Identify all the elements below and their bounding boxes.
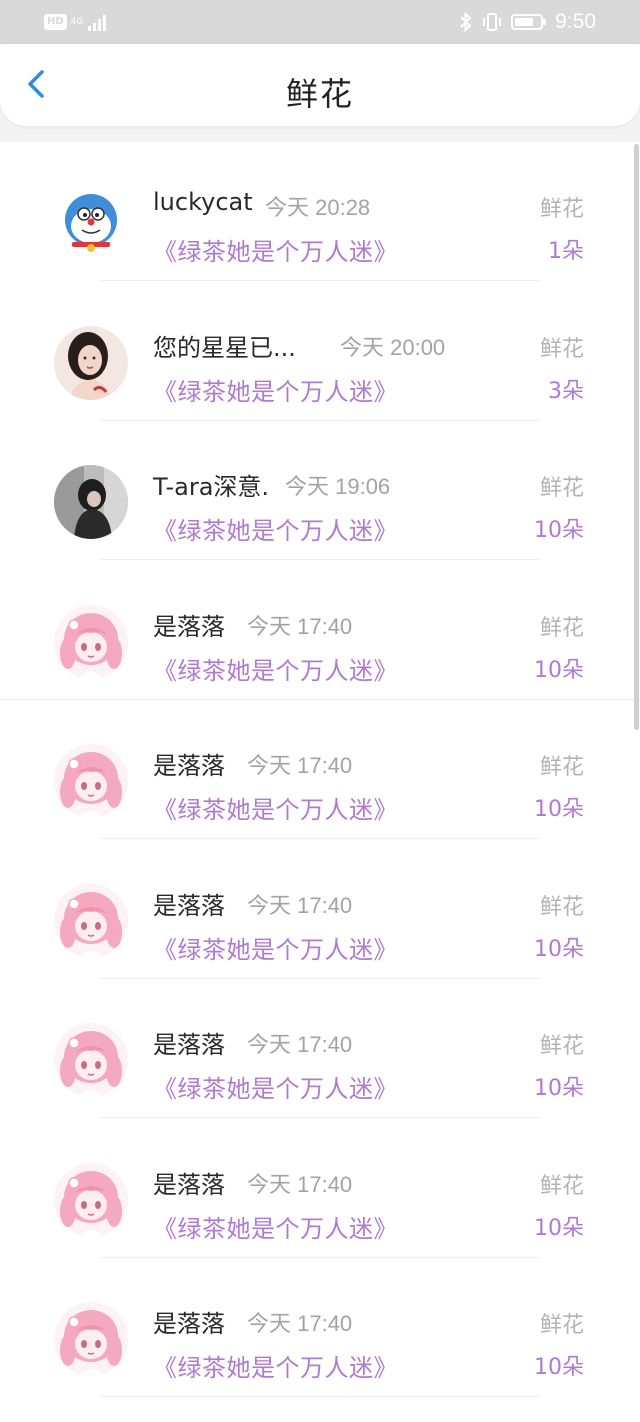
avatar[interactable]: [54, 1162, 128, 1237]
list-item[interactable]: 您的星星已... 今天 20:00 《绿茶她是个万人迷》 鲜花 3朵: [0, 282, 640, 421]
timestamp: 今天 17:40: [247, 1171, 353, 1197]
timestamp: 今天 17:40: [247, 1311, 353, 1336]
scrollbar[interactable]: [634, 144, 639, 730]
page-title: 鲜花: [285, 75, 354, 113]
book-title-link[interactable]: 《绿茶她是个万人迷》: [153, 1348, 398, 1383]
nav-header: 鲜花: [0, 44, 640, 126]
gift-count: 10朵: [534, 657, 584, 683]
vibrate-icon: [483, 13, 502, 31]
avatar[interactable]: [54, 465, 128, 539]
list-item[interactable]: T-ara深意. 今天 19:06 《绿茶她是个万人迷》 鲜花 10朵: [0, 421, 640, 560]
divider: [100, 1396, 540, 1397]
gift-count: 10朵: [534, 1355, 584, 1380]
sender-name: 是落落: [153, 612, 225, 641]
book-title-link[interactable]: 《绿茶她是个万人迷》: [153, 372, 398, 407]
status-right: 9:50: [459, 8, 596, 36]
list-item[interactable]: 是落落 今天 17:40 《绿茶她是个万人迷》 鲜花 10朵: [0, 1119, 640, 1258]
gift-type: 鲜花: [539, 336, 584, 362]
list-item[interactable]: luckycat 今天 20:28 《绿茶她是个万人迷》 鲜花 1朵: [0, 142, 640, 281]
battery-icon: [511, 14, 547, 30]
list-item[interactable]: 是落落 今天 17:40 《绿茶她是个万人迷》 鲜花 10朵: [0, 561, 640, 700]
timestamp: 今天 17:40: [247, 1032, 353, 1057]
sender-name: 您的星星已...: [153, 333, 296, 362]
timestamp: 今天 17:40: [247, 753, 353, 778]
gift-type: 鲜花: [539, 1034, 584, 1059]
sender-name: 是落落: [153, 891, 225, 920]
gift-type: 鲜花: [539, 755, 584, 780]
book-title-link[interactable]: 《绿茶她是个万人迷》: [153, 511, 398, 546]
gift-type: 鲜花: [539, 197, 584, 222]
gift-count: 10朵: [534, 797, 584, 822]
gift-count: 10朵: [534, 1076, 584, 1101]
sender-name: 是落落: [153, 752, 225, 780]
status-bar: HD 4G 9:50: [0, 0, 640, 44]
gift-type: 鲜花: [539, 1173, 584, 1199]
gift-count: 10朵: [534, 936, 584, 962]
gift-count: 10朵: [534, 1215, 584, 1241]
signal-icon: [87, 15, 106, 31]
timestamp: 今天 17:40: [247, 613, 353, 639]
book-title-link[interactable]: 《绿茶她是个万人迷》: [153, 651, 398, 686]
avatar[interactable]: [54, 604, 128, 679]
timestamp: 今天 20:00: [340, 334, 446, 360]
hd-badge: HD: [44, 14, 67, 30]
timestamp: 今天 17:40: [247, 892, 353, 918]
list-item[interactable]: 是落落 今天 17:40 《绿茶她是个万人迷》 鲜花 10朵: [0, 840, 640, 979]
list-item[interactable]: 是落落 今天 17:40 《绿茶她是个万人迷》 鲜花 10朵: [0, 1258, 640, 1397]
gift-count: 3朵: [548, 378, 584, 404]
gift-type: 鲜花: [539, 615, 584, 641]
sender-name: 是落落: [153, 1031, 225, 1059]
avatar[interactable]: [54, 883, 128, 958]
list-item[interactable]: 是落落 今天 17:40 《绿茶她是个万人迷》 鲜花 10朵: [0, 979, 640, 1118]
list-item[interactable]: 是落落 今天 17:40 《绿茶她是个万人迷》 鲜花 10朵: [0, 700, 640, 839]
book-title-link[interactable]: 《绿茶她是个万人迷》: [153, 232, 398, 267]
gift-type: 鲜花: [539, 1313, 584, 1338]
gift-type: 鲜花: [539, 476, 584, 501]
clock: 9:50: [555, 10, 596, 33]
book-title-link[interactable]: 《绿茶她是个万人迷》: [153, 930, 398, 965]
book-title-link[interactable]: 《绿茶她是个万人迷》: [153, 790, 398, 825]
sender-name: T-ara深意.: [153, 473, 270, 501]
flower-gift-list[interactable]: luckycat 今天 20:28 《绿茶她是个万人迷》 鲜花 1朵 您的星星已... 今天…: [0, 142, 640, 1422]
gift-count: 1朵: [548, 239, 584, 264]
avatar[interactable]: [54, 744, 128, 818]
sender-name: 是落落: [153, 1310, 225, 1338]
sender-name: luckycat: [153, 188, 253, 216]
avatar[interactable]: [54, 186, 128, 260]
timestamp: 今天 19:06: [285, 474, 391, 499]
timestamp: 今天 20:28: [265, 195, 371, 220]
book-title-link[interactable]: 《绿茶她是个万人迷》: [153, 1209, 398, 1244]
book-title-link[interactable]: 《绿茶她是个万人迷》: [153, 1069, 398, 1104]
bluetooth-icon: [460, 12, 472, 32]
gift-count: 10朵: [534, 518, 584, 543]
status-left: HD 4G: [44, 10, 109, 34]
avatar[interactable]: [54, 1023, 128, 1097]
gift-type: 鲜花: [539, 894, 584, 920]
avatar[interactable]: [54, 325, 128, 400]
sender-name: 是落落: [153, 1170, 225, 1199]
network-type: 4G: [70, 16, 84, 27]
avatar[interactable]: [54, 1302, 128, 1376]
